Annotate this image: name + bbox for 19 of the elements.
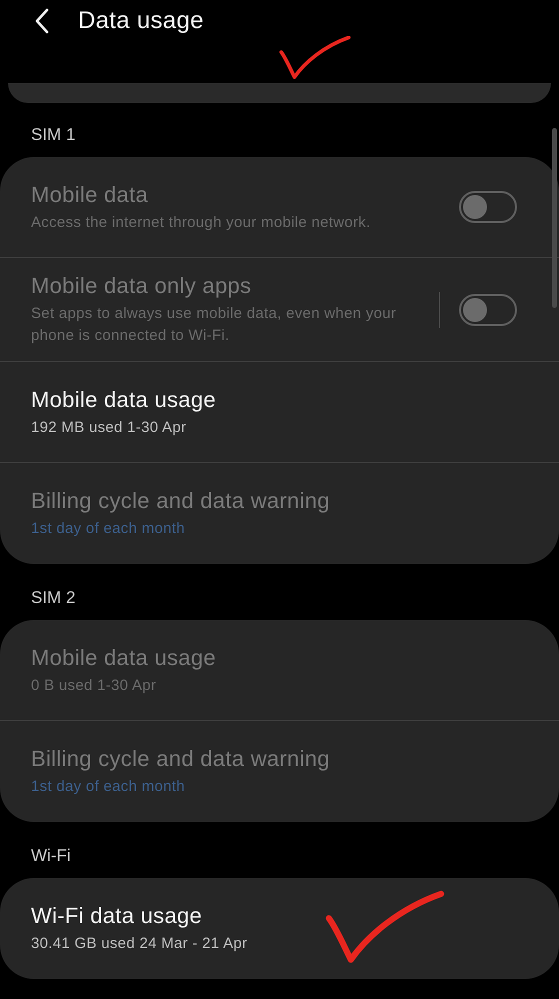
setting-description: Access the internet through your mobile network.	[31, 212, 372, 232]
setting-description: 1st day of each month	[31, 777, 186, 797]
setting-description: 0 B used 1-30 Apr	[31, 676, 158, 696]
section-header: Wi-Fi	[31, 844, 71, 866]
setting-title: Mobile data usage	[31, 386, 217, 414]
setting-title: Mobile data usage	[31, 644, 217, 672]
setting-title: Mobile data	[31, 180, 150, 208]
setting-description: Set apps to always use mobile data, even when your phone is connected to Wi-Fi.	[31, 304, 398, 346]
setting-description: 30.41 GB used 24 Mar - 21 Apr	[31, 934, 248, 954]
page-title: Data usage	[78, 6, 204, 36]
back-icon[interactable]	[34, 8, 50, 34]
setting-title: Billing cycle and data warning	[31, 487, 331, 515]
setting-title: Wi-Fi data usage	[31, 902, 204, 930]
section-header: SIM 1	[31, 124, 76, 146]
setting-title: Mobile data only apps	[31, 272, 252, 300]
setting-title: Billing cycle and data warning	[31, 745, 331, 773]
section-header: SIM 2	[31, 586, 76, 608]
setting-description: 192 MB used 1-30 Apr	[31, 418, 188, 438]
setting-description: 1st day of each month	[31, 519, 186, 539]
